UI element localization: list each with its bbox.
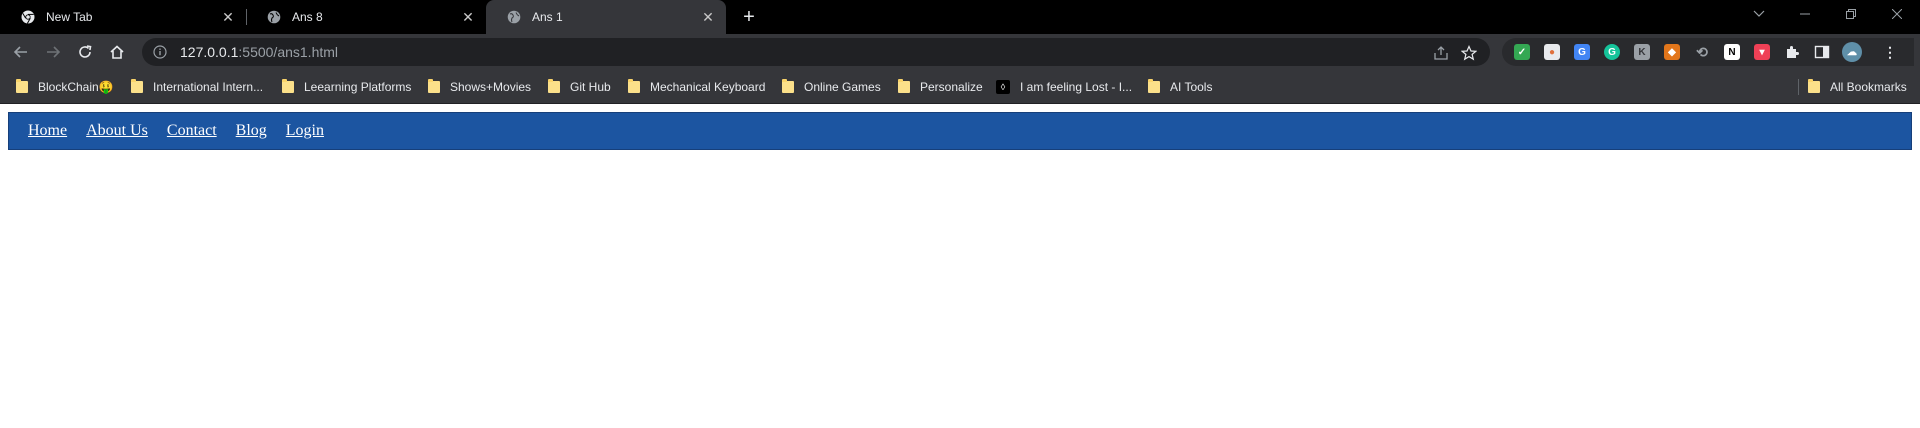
bookmark-item[interactable]: Git Hub xyxy=(548,78,611,96)
bookmarks-bar: BlockChain🤑 International Intern... Leea… xyxy=(0,70,1920,104)
reload-icon xyxy=(79,45,92,58)
bookmark-item[interactable]: Mechanical Keyboard xyxy=(628,78,765,96)
folder-icon xyxy=(282,79,294,93)
globe-icon xyxy=(266,9,282,25)
reload-button[interactable] xyxy=(74,41,96,63)
bookmark-label: Mechanical Keyboard xyxy=(650,80,766,94)
bookmarks-divider xyxy=(1798,79,1799,95)
star-icon[interactable] xyxy=(1460,44,1478,62)
forward-button[interactable] xyxy=(42,41,64,63)
extension-icon[interactable]: ⟲ xyxy=(1694,44,1710,60)
url-host: 127.0.0.1 xyxy=(180,44,239,60)
tab-search-button[interactable] xyxy=(1736,0,1782,28)
bookmark-label: Leearning Platforms xyxy=(304,80,412,94)
close-icon xyxy=(1892,9,1902,19)
all-bookmarks-label: All Bookmarks xyxy=(1830,80,1907,94)
browser-toolbar: 127.0.0.1:5500/ans1.html ✓ ● G G K ◆ ⟲ N… xyxy=(0,34,1920,70)
close-icon[interactable]: ✕ xyxy=(220,9,236,25)
bookmark-item[interactable]: BlockChain🤑 xyxy=(16,78,114,96)
new-tab-button[interactable]: + xyxy=(738,6,760,28)
close-icon[interactable]: ✕ xyxy=(700,9,716,25)
folder-icon xyxy=(131,79,143,93)
extension-icon[interactable]: ● xyxy=(1544,44,1560,60)
folder-icon xyxy=(898,79,910,93)
bookmark-site-icon: ◊ xyxy=(996,80,1010,94)
nav-link-about-us[interactable]: About Us xyxy=(86,122,148,140)
metamask-icon[interactable]: ◆ xyxy=(1664,44,1680,60)
bookmark-label: Personalize xyxy=(920,80,983,94)
bookmark-item[interactable]: ◊ I am feeling Lost - I... xyxy=(996,78,1132,96)
bookmark-item[interactable]: Online Games xyxy=(782,78,881,96)
extension-icon[interactable]: K xyxy=(1634,44,1650,60)
all-bookmarks-button[interactable]: All Bookmarks xyxy=(1808,78,1907,96)
more-vert-icon[interactable]: ⋮ xyxy=(1882,44,1898,60)
bookmark-item[interactable]: International Intern... xyxy=(131,78,263,96)
tab-title: Ans 1 xyxy=(532,10,563,24)
google-translate-icon[interactable]: G xyxy=(1574,44,1590,60)
pocket-icon[interactable]: ▾ xyxy=(1754,44,1770,60)
share-icon[interactable] xyxy=(1432,44,1450,62)
globe-icon xyxy=(506,9,522,25)
bookmark-label: BlockChain🤑 xyxy=(38,80,114,94)
bookmark-label: Online Games xyxy=(804,80,881,94)
side-panel-icon[interactable] xyxy=(1814,44,1830,60)
tab-new-tab[interactable]: New Tab ✕ xyxy=(0,0,246,34)
close-window-button[interactable] xyxy=(1874,0,1920,28)
folder-icon xyxy=(1808,79,1820,93)
site-navbar: Home About Us Contact Blog Login xyxy=(8,112,1912,150)
plus-icon: + xyxy=(743,5,755,28)
tab-title: New Tab xyxy=(46,10,93,24)
bookmark-label: AI Tools xyxy=(1170,80,1213,94)
nav-link-login[interactable]: Login xyxy=(286,122,324,140)
close-icon[interactable]: ✕ xyxy=(460,9,476,25)
extensions-bar: ✓ ● G G K ◆ ⟲ N ▾ ☁ ⋮ xyxy=(1502,38,1914,66)
notion-icon[interactable]: N xyxy=(1724,44,1740,60)
home-button[interactable] xyxy=(106,41,128,63)
folder-icon xyxy=(428,79,440,93)
bookmark-label: Git Hub xyxy=(570,80,611,94)
arrow-left-icon xyxy=(13,46,27,58)
folder-icon xyxy=(782,79,794,93)
folder-icon xyxy=(548,79,560,93)
tab-ans-8[interactable]: Ans 8 ✕ xyxy=(246,0,486,34)
shield-icon[interactable]: ✓ xyxy=(1514,44,1530,60)
bookmark-item[interactable]: Leearning Platforms xyxy=(282,78,411,96)
tab-title: Ans 8 xyxy=(292,10,323,24)
tab-ans-1[interactable]: Ans 1 ✕ xyxy=(486,0,726,34)
arrow-right-icon xyxy=(47,46,61,58)
folder-icon xyxy=(628,79,640,93)
bookmark-item[interactable]: Shows+Movies xyxy=(428,78,531,96)
avatar[interactable]: ☁ xyxy=(1842,42,1862,62)
nav-link-contact[interactable]: Contact xyxy=(167,122,217,140)
puzzle-icon[interactable] xyxy=(1784,44,1800,60)
chrome-icon xyxy=(20,9,36,25)
home-icon xyxy=(110,45,124,59)
bookmark-label: I am feeling Lost - I... xyxy=(1020,80,1133,94)
address-bar[interactable]: 127.0.0.1:5500/ans1.html xyxy=(142,38,1490,66)
restore-icon xyxy=(1846,9,1856,19)
folder-icon xyxy=(1148,79,1160,93)
back-button[interactable] xyxy=(10,41,32,63)
page-viewport: Home About Us Contact Blog Login xyxy=(0,104,1920,428)
minimize-button[interactable] xyxy=(1782,0,1828,28)
bookmark-item[interactable]: Personalize xyxy=(898,78,983,96)
bookmark-label: Shows+Movies xyxy=(450,80,532,94)
minimize-icon xyxy=(1800,13,1810,15)
folder-icon xyxy=(16,79,28,93)
restore-button[interactable] xyxy=(1828,0,1874,28)
bookmark-label: International Intern... xyxy=(153,80,264,94)
bookmark-item[interactable]: AI Tools xyxy=(1148,78,1212,96)
chevron-down-icon xyxy=(1753,10,1765,17)
nav-link-blog[interactable]: Blog xyxy=(236,122,267,140)
url-path: :5500/ans1.html xyxy=(238,44,339,60)
tab-strip: New Tab ✕ Ans 8 ✕ Ans 1 ✕ + xyxy=(0,0,1920,34)
nav-link-home[interactable]: Home xyxy=(28,122,67,140)
grammarly-icon[interactable]: G xyxy=(1604,44,1620,60)
info-icon[interactable] xyxy=(152,44,168,60)
